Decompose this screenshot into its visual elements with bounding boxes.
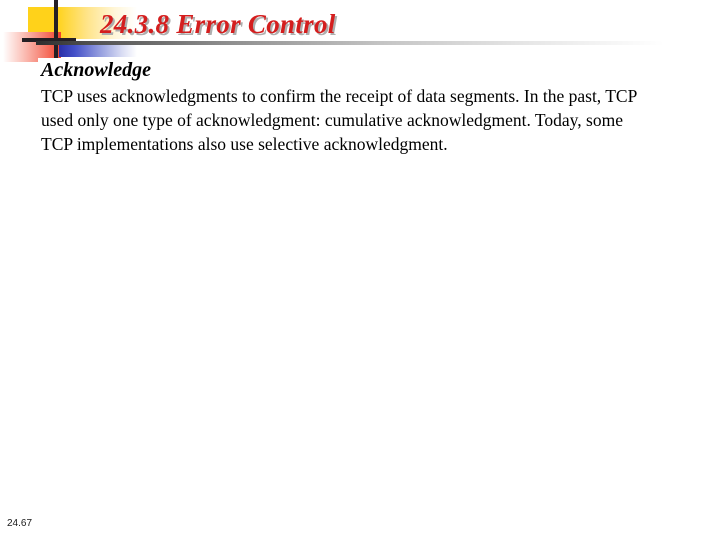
page-number: 24.67 [7,518,33,529]
page-title: 24.3.8 Error Control [100,9,336,39]
content-panel: Acknowledge TCP uses acknowledgments to … [38,58,656,228]
title-divider [36,41,664,45]
decorative-vertical-bar [54,0,58,58]
slide-canvas: 24.3.8 Error Control Acknowledge TCP use… [0,0,720,540]
section-heading: Acknowledge [41,59,151,81]
body-paragraph: TCP uses acknowledgments to confirm the … [41,86,637,154]
